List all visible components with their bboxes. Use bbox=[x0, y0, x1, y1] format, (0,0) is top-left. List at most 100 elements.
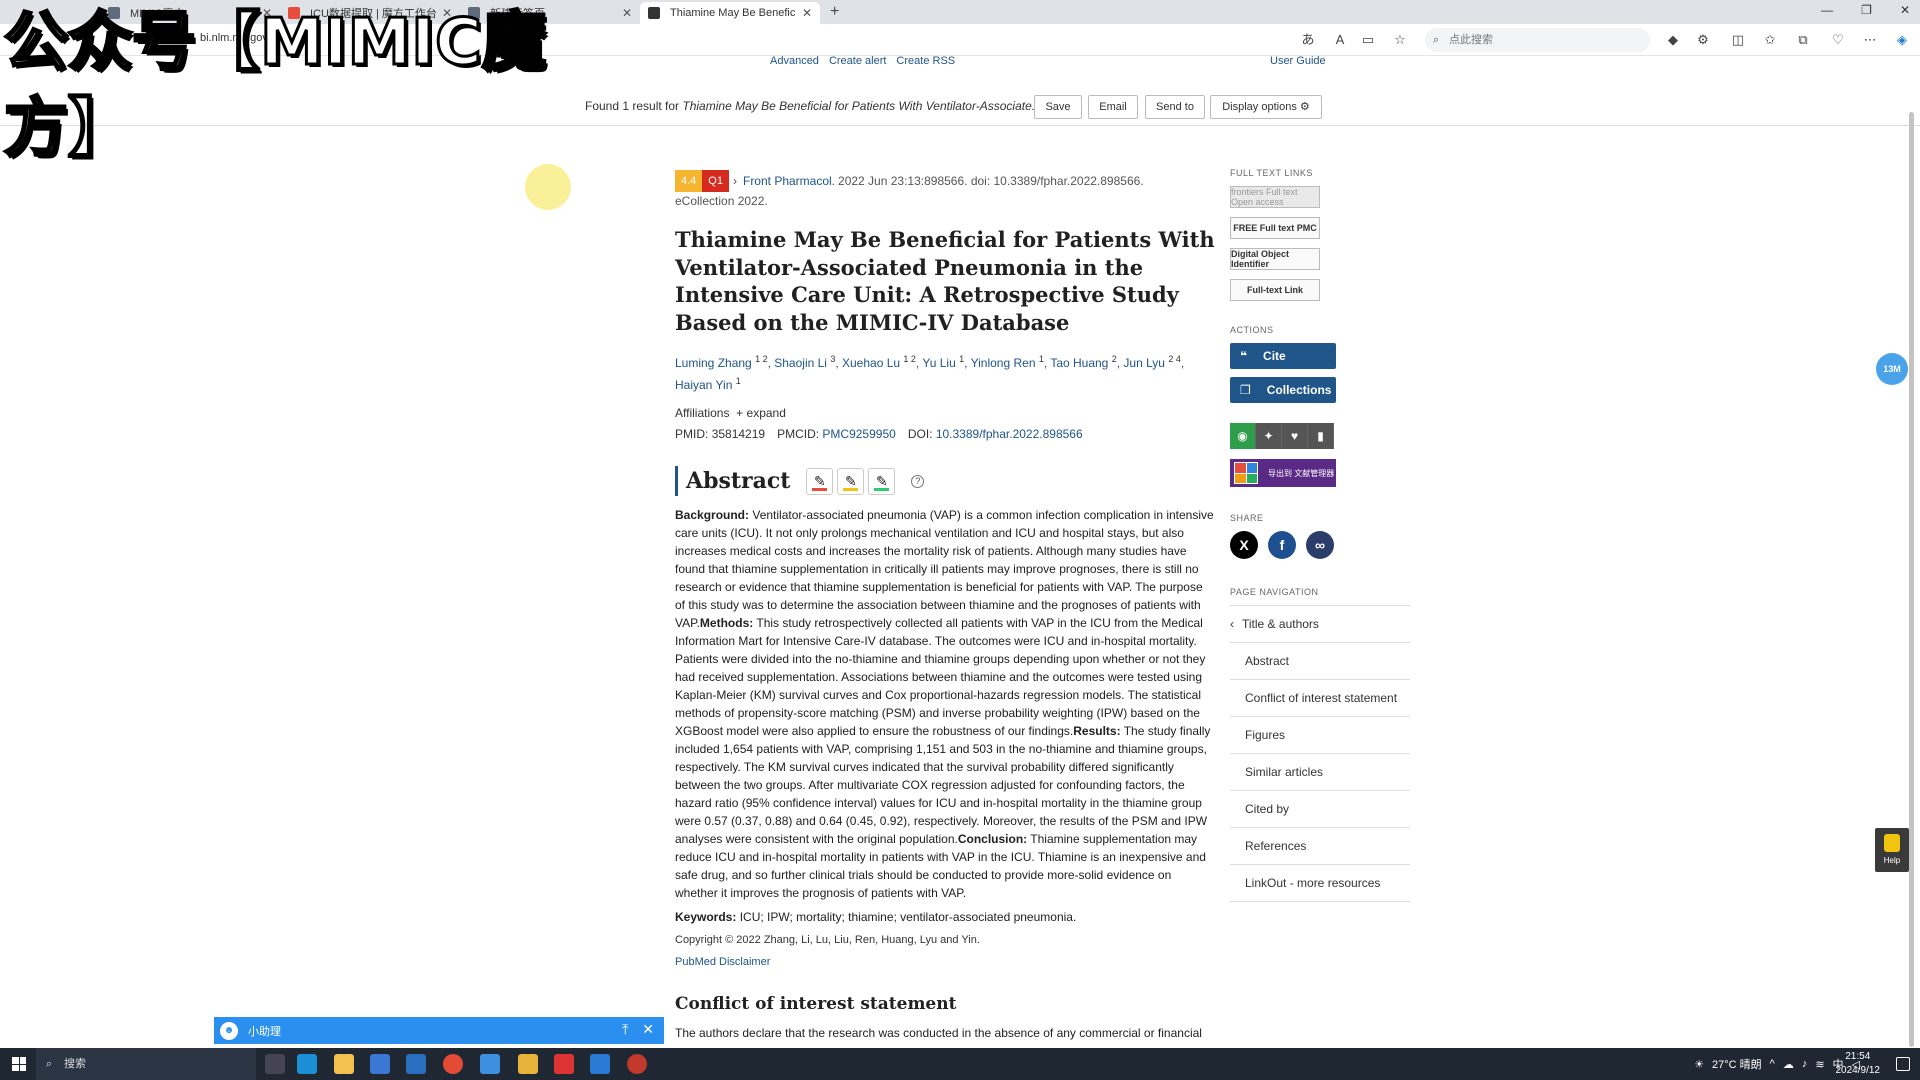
more-menu-icon[interactable]: ⋯ bbox=[1862, 32, 1878, 48]
restore-icon[interactable]: ❐ bbox=[1861, 3, 1872, 17]
author-affiliation-ref[interactable]: 1 bbox=[736, 376, 741, 386]
extension-icon[interactable]: ◆ bbox=[1665, 32, 1681, 48]
send-to-button[interactable]: Send to bbox=[1145, 95, 1205, 119]
chrome-icon[interactable] bbox=[443, 1054, 463, 1074]
doi-full-text-link[interactable]: Digital Object Identifier bbox=[1230, 248, 1320, 270]
read-aloud-icon[interactable]: A bbox=[1332, 32, 1348, 48]
author-affiliation-ref[interactable]: 3 bbox=[830, 354, 835, 364]
trash-icon[interactable]: ▮ bbox=[1308, 423, 1334, 449]
author-link[interactable]: Luming Zhang bbox=[675, 356, 752, 370]
tray-chevron-icon[interactable]: ^ bbox=[1770, 1058, 1775, 1070]
author-link[interactable]: Yinlong Ren bbox=[971, 356, 1036, 370]
pmc-free-full-text-link[interactable]: FREE Full text PMC bbox=[1230, 217, 1320, 239]
minimize-icon[interactable]: — bbox=[1821, 3, 1833, 17]
browser-essentials-icon[interactable]: ♡ bbox=[1830, 32, 1846, 48]
frontiers-link[interactable]: frontiers Full text Open access bbox=[1230, 186, 1320, 208]
user-guide-link[interactable]: User Guide bbox=[1270, 55, 1326, 67]
create-alert-link[interactable]: Create alert bbox=[829, 55, 886, 67]
app-icon[interactable] bbox=[590, 1054, 610, 1074]
author-affiliation-ref[interactable]: 1 bbox=[1039, 354, 1044, 364]
reader-icon[interactable]: ▭ bbox=[1360, 32, 1376, 48]
display-options-button[interactable]: Display options ⚙ bbox=[1210, 95, 1322, 119]
highlight-yellow-pen-icon[interactable]: ✎ bbox=[837, 467, 865, 495]
wifi-icon[interactable]: ≋ bbox=[1815, 1058, 1824, 1071]
split-screen-icon[interactable]: ◫ bbox=[1730, 32, 1746, 48]
window-close-icon[interactable]: ✕ bbox=[1900, 3, 1910, 17]
browser-search-box[interactable]: ⌕ 点此搜索 bbox=[1425, 28, 1650, 52]
edge-browser-icon[interactable] bbox=[297, 1054, 317, 1074]
copy-link-icon[interactable]: ∞ bbox=[1306, 531, 1334, 559]
help-question-icon[interactable]: ? bbox=[911, 474, 925, 488]
heart-icon[interactable]: ♥ bbox=[1282, 423, 1308, 449]
author-affiliation-ref[interactable]: 1 2 bbox=[903, 354, 916, 364]
page-nav-item[interactable]: Cited by bbox=[1230, 791, 1410, 828]
pubmed-disclaimer-link[interactable]: PubMed Disclaimer bbox=[675, 956, 1215, 968]
weather-text[interactable]: 27°C 晴朗 bbox=[1712, 1056, 1762, 1072]
author-link[interactable]: Xuehao Lu bbox=[842, 356, 900, 370]
app-icon[interactable] bbox=[480, 1054, 500, 1074]
author-affiliation-ref[interactable]: 2 bbox=[1112, 354, 1117, 364]
create-rss-link[interactable]: Create RSS bbox=[896, 55, 955, 67]
page-nav-item[interactable]: LinkOut - more resources bbox=[1230, 865, 1410, 902]
author-affiliation-ref[interactable]: 2 4 bbox=[1168, 354, 1181, 364]
highlight-green-pen-icon[interactable]: ✎ bbox=[868, 467, 896, 495]
pmcid-link[interactable]: PMC9259950 bbox=[822, 427, 895, 441]
author-link[interactable]: Yu Liu bbox=[922, 356, 955, 370]
expand-toggle[interactable]: + expand bbox=[736, 406, 786, 420]
full-text-link[interactable]: Full-text Link bbox=[1230, 279, 1320, 301]
copilot-icon[interactable]: ◈ bbox=[1894, 32, 1910, 48]
journal-link[interactable]: Front Pharmacol. bbox=[743, 172, 835, 190]
favorite-star-icon[interactable]: ☆ bbox=[1392, 32, 1408, 48]
store-icon[interactable] bbox=[370, 1054, 390, 1074]
microphone-icon[interactable]: ♪ bbox=[1802, 1058, 1808, 1070]
close-icon[interactable]: ✕ bbox=[802, 6, 812, 20]
export-to-reference-manager-button[interactable]: 导出到 文献管理器 bbox=[1230, 459, 1336, 487]
tab-active-article[interactable]: Thiamine May Be Beneficial for Pa...✕ bbox=[640, 2, 820, 24]
eye-icon[interactable]: ◉ bbox=[1230, 423, 1256, 449]
pin-top-icon[interactable]: ⤒ bbox=[622, 1021, 628, 1038]
app-icon[interactable] bbox=[518, 1054, 538, 1074]
cite-button[interactable]: ❝ Cite bbox=[1230, 343, 1336, 369]
page-nav-item[interactable]: ‹ Title & authors bbox=[1230, 606, 1410, 643]
x-twitter-icon[interactable]: X bbox=[1230, 531, 1258, 559]
collections-button[interactable]: ❐ Collections bbox=[1230, 377, 1336, 403]
page-nav-item[interactable]: Figures bbox=[1230, 717, 1410, 754]
recorder-icon[interactable] bbox=[627, 1054, 647, 1074]
cloud-icon[interactable]: ☁ bbox=[1783, 1058, 1794, 1071]
page-nav-item[interactable]: Conflict of interest statement bbox=[1230, 680, 1410, 717]
collections-icon[interactable]: ⧉ bbox=[1795, 32, 1811, 48]
page-nav-item[interactable]: Abstract bbox=[1230, 643, 1410, 680]
assistant-close-icon[interactable]: ✕ bbox=[642, 1021, 654, 1038]
scrollbar-thumb[interactable] bbox=[1909, 112, 1914, 1047]
mail-icon[interactable] bbox=[406, 1054, 426, 1074]
new-tab-icon[interactable]: + bbox=[820, 3, 849, 24]
extensions-icon[interactable]: ⚙ bbox=[1695, 32, 1711, 48]
system-clock[interactable]: 21:54 2024/9/12 bbox=[1836, 1050, 1881, 1078]
highlight-red-pen-icon[interactable]: ✎ bbox=[806, 467, 834, 495]
assistant-bar[interactable]: ☻ 小助理 ⤒ ✕ bbox=[214, 1017, 664, 1044]
help-widget[interactable]: Help bbox=[1875, 828, 1909, 872]
translate-icon[interactable]: あ bbox=[1300, 32, 1316, 48]
page-nav-item[interactable]: Similar articles bbox=[1230, 754, 1410, 791]
doi-link[interactable]: 10.3389/fphar.2022.898566 bbox=[936, 427, 1083, 441]
author-affiliation-ref[interactable]: 1 bbox=[959, 354, 964, 364]
facebook-icon[interactable]: f bbox=[1268, 531, 1296, 559]
file-explorer-icon[interactable] bbox=[334, 1054, 354, 1074]
author-affiliation-ref[interactable]: 1 2 bbox=[755, 354, 768, 364]
favorites-icon[interactable]: ✩ bbox=[1762, 32, 1778, 48]
save-button[interactable]: Save bbox=[1034, 95, 1082, 119]
author-link[interactable]: Shaojin Li bbox=[774, 356, 827, 370]
author-link[interactable]: Jun Lyu bbox=[1123, 356, 1165, 370]
page-nav-item[interactable]: References bbox=[1230, 828, 1410, 865]
email-button[interactable]: Email bbox=[1088, 95, 1138, 119]
floating-badge[interactable]: 13M bbox=[1876, 353, 1908, 385]
author-link[interactable]: Tao Huang bbox=[1050, 356, 1108, 370]
zotero-icon[interactable] bbox=[554, 1054, 574, 1074]
pin-icon[interactable]: ✦ bbox=[1256, 423, 1282, 449]
author-link[interactable]: Haiyan Yin bbox=[675, 378, 732, 392]
taskbar-search[interactable]: ⌕ 搜索 bbox=[36, 1048, 256, 1080]
task-view-icon[interactable] bbox=[265, 1054, 285, 1074]
notification-icon[interactable] bbox=[1896, 1057, 1910, 1071]
page-scrollbar[interactable] bbox=[1906, 100, 1916, 1047]
advanced-link[interactable]: Advanced bbox=[770, 55, 819, 67]
